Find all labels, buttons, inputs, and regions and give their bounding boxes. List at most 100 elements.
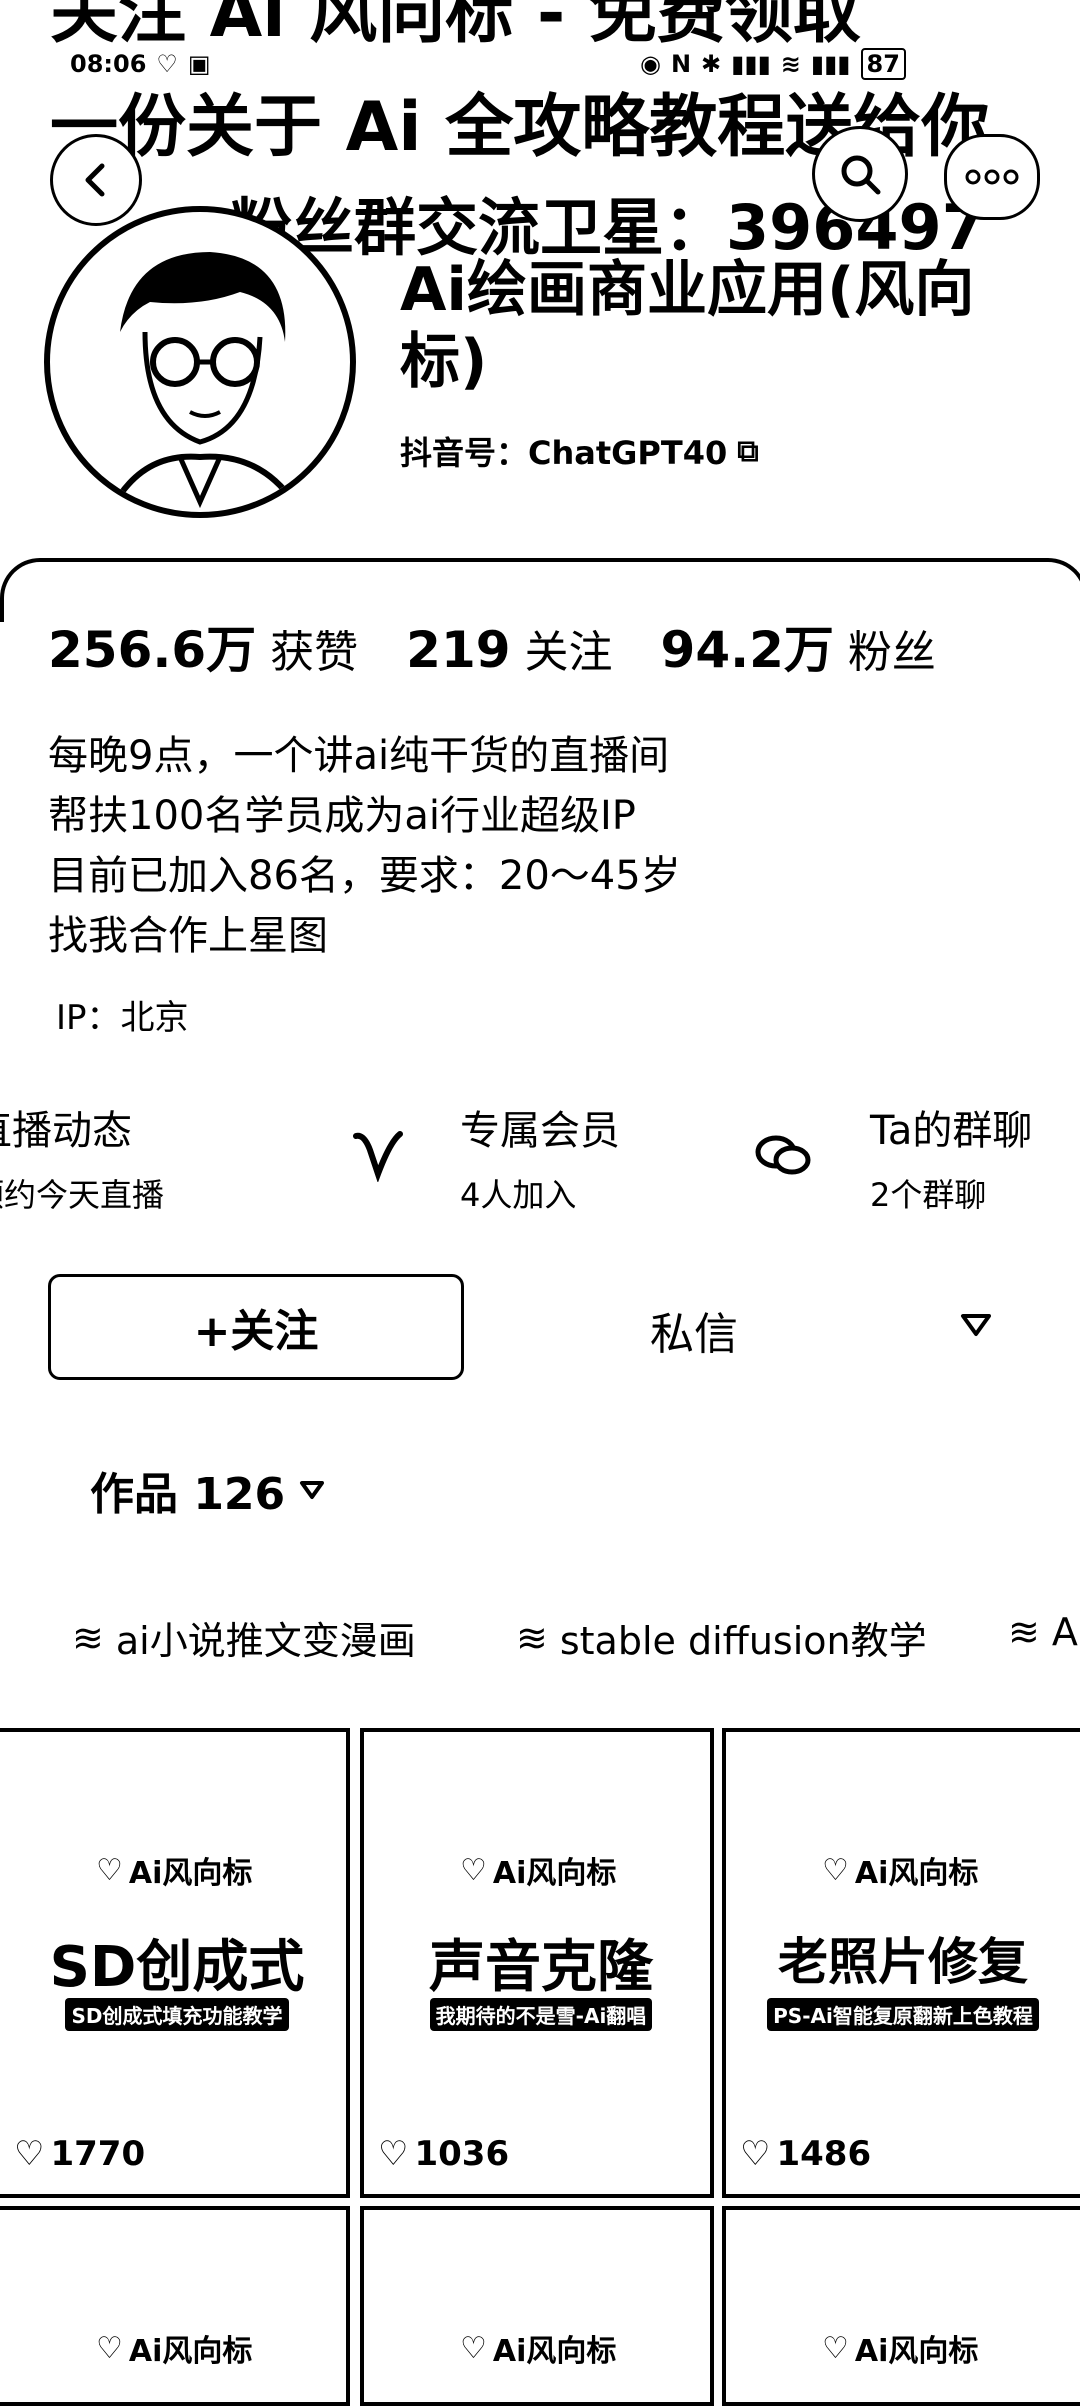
tile-brand-text: Ai风向标	[492, 1856, 617, 1891]
heart-icon: ♡	[822, 2330, 849, 2366]
feature-live-sub: 预约今天直播	[0, 1176, 165, 1214]
heart-icon: ♡	[822, 1852, 849, 1888]
feature-group-chat[interactable]: Ta的群聊 2个群聊	[870, 1098, 1032, 1216]
signal-icon: ▮▮▮	[731, 50, 771, 78]
more-button[interactable]	[944, 134, 1040, 220]
status-icons: ◉ N ✱ ▮▮▮ ≋ ▮▮▮ 87	[640, 48, 906, 80]
back-button[interactable]	[50, 134, 142, 226]
stats-row: 256.6万 获赞 219 关注 94.2万 粉丝	[48, 610, 936, 682]
tile-brand: ♡ Ai风向标	[96, 2326, 252, 2370]
bluetooth-icon: ✱	[701, 50, 722, 78]
stat-fans-label: 粉丝	[847, 627, 936, 678]
tile-brand: ♡ Ai风向标	[460, 2326, 616, 2370]
tile-likes: ♡ 1486	[740, 2134, 871, 2174]
feature-group-sub: 2个群聊	[870, 1176, 987, 1214]
heart-icon: ♡	[378, 2134, 409, 2174]
tile-brand-text: Ai风向标	[854, 1856, 979, 1891]
profile-name: Ai绘画商业应用(风向标)	[400, 255, 975, 397]
tile-brand-text: Ai风向标	[492, 2334, 617, 2369]
douyin-id-text: 抖音号：ChatGPT40	[400, 434, 728, 472]
stat-likes-value: 256.6万	[48, 621, 257, 679]
tile-title: SD创成式	[49, 1935, 305, 2000]
tile-likes-count: 1770	[50, 2134, 146, 2174]
collection-chip[interactable]: ≋ A	[1008, 1610, 1078, 1654]
dropdown-arrow-icon[interactable]	[960, 1312, 992, 1342]
search-icon	[841, 155, 881, 195]
bio-line: 找我合作上星图	[48, 913, 328, 959]
heart-icon: ♡	[96, 2330, 123, 2366]
feature-membership-title: 专属会员	[460, 1108, 620, 1154]
wifi-icon: ≋	[780, 50, 801, 78]
ip-location: IP：北京	[56, 998, 189, 1038]
stat-fans[interactable]: 94.2万 粉丝	[661, 610, 936, 682]
more-icon	[965, 169, 1019, 185]
avatar-portrait	[107, 252, 303, 512]
tile-brand: ♡ Ai风向标	[96, 1848, 252, 1892]
banner-line-1: 关注 Ai 风向标 - 免费领取	[50, 0, 861, 53]
status-time: 08:06	[70, 50, 147, 78]
tile-title: 声音克隆	[429, 1935, 653, 2000]
heart-icon: ♡	[460, 2330, 487, 2366]
stat-likes[interactable]: 256.6万 获赞	[48, 610, 358, 682]
tile-subtitle: SD创成式填充功能教学	[65, 1998, 289, 2031]
signal-icon-2: ▮▮▮	[810, 50, 851, 78]
layers-icon: ≋	[1008, 1610, 1040, 1654]
video-tile[interactable]: ♡ Ai风向标 老照片修复 PS-Ai智能复原翻新上色教程 ♡ 1486	[722, 1728, 1080, 2198]
chevron-left-icon	[85, 163, 105, 197]
stat-following-label: 关注	[524, 627, 613, 678]
video-tile[interactable]: ♡ Ai风向标	[722, 2206, 1080, 2406]
message-button[interactable]: 私信	[650, 1298, 738, 1362]
collection-label: A	[1051, 1610, 1078, 1654]
feature-membership-sub: 4人加入	[460, 1176, 577, 1214]
tile-subtitle: PS-Ai智能复原翻新上色教程	[767, 1998, 1039, 2031]
stat-following-value: 219	[406, 621, 511, 679]
tab-works[interactable]: 作品 126	[90, 1458, 325, 1522]
bio: 每晚9点，一个讲ai纯干货的直播间 帮扶100名学员成为ai行业超级IP 目前已…	[48, 726, 681, 966]
avatar[interactable]	[44, 206, 356, 518]
image-icon: ▣	[187, 50, 211, 78]
tile-brand-text: Ai风向标	[128, 1856, 253, 1891]
copy-icon[interactable]: ⧉	[737, 434, 758, 469]
heart-icon: ♡	[156, 50, 178, 78]
collection-chip[interactable]: ≋ ai小说推文变漫画	[72, 1610, 416, 1665]
heart-icon: ♡	[460, 1852, 487, 1888]
caret-down-icon	[300, 1481, 325, 1499]
chat-bubble-icon	[752, 1128, 814, 1186]
nfc-icon: N	[670, 50, 692, 78]
stat-fans-value: 94.2万	[660, 621, 834, 679]
feature-group-title: Ta的群聊	[870, 1108, 1033, 1154]
tile-brand: ♡ Ai风向标	[822, 1848, 978, 1892]
video-tile[interactable]: ♡ Ai风向标	[0, 2206, 350, 2406]
v-badge-icon	[350, 1128, 406, 1186]
status-bar: 08:06 ♡ ▣	[70, 50, 211, 78]
feature-live[interactable]: 直播动态 预约今天直播	[0, 1098, 164, 1216]
layers-icon: ≋	[72, 1615, 104, 1660]
battery-indicator: 87	[860, 48, 906, 80]
tile-brand: ♡ Ai风向标	[822, 2326, 978, 2370]
stat-likes-label: 获赞	[270, 627, 359, 678]
video-tile[interactable]: ♡ Ai风向标 SD创成式 SD创成式填充功能教学 ♡ 1770	[0, 1728, 350, 2198]
bio-line: 目前已加入86名，要求：20～45岁	[48, 853, 681, 899]
tile-brand: ♡ Ai风向标	[460, 1848, 616, 1892]
tile-brand-text: Ai风向标	[854, 2334, 979, 2369]
tile-title: 老照片修复	[778, 1933, 1028, 1991]
collection-chip[interactable]: ≋ stable diffusion教学	[516, 1610, 927, 1665]
heart-icon: ♡	[14, 2134, 45, 2174]
bio-line: 每晚9点，一个讲ai纯干货的直播间	[48, 733, 670, 779]
video-tile[interactable]: ♡ Ai风向标 声音克隆 我期待的不是雪-Ai翻唱 ♡ 1036	[360, 1728, 714, 2198]
tile-likes-count: 1486	[776, 2134, 872, 2174]
stat-following[interactable]: 219 关注	[406, 616, 612, 680]
eye-icon: ◉	[640, 50, 661, 78]
heart-icon: ♡	[96, 1852, 123, 1888]
feature-live-title: 直播动态	[0, 1108, 132, 1154]
tile-likes: ♡ 1036	[378, 2134, 509, 2174]
follow-button[interactable]: +关注	[48, 1274, 464, 1380]
heart-icon: ♡	[740, 2134, 771, 2174]
tile-subtitle: 我期待的不是雪-Ai翻唱	[429, 1998, 653, 2031]
search-button[interactable]	[812, 126, 908, 222]
tile-likes-count: 1036	[414, 2134, 510, 2174]
layers-icon: ≋	[516, 1615, 548, 1660]
tile-likes: ♡ 1770	[14, 2134, 145, 2174]
video-tile[interactable]: ♡ Ai风向标	[360, 2206, 714, 2406]
feature-membership[interactable]: 专属会员 4人加入	[460, 1098, 620, 1216]
